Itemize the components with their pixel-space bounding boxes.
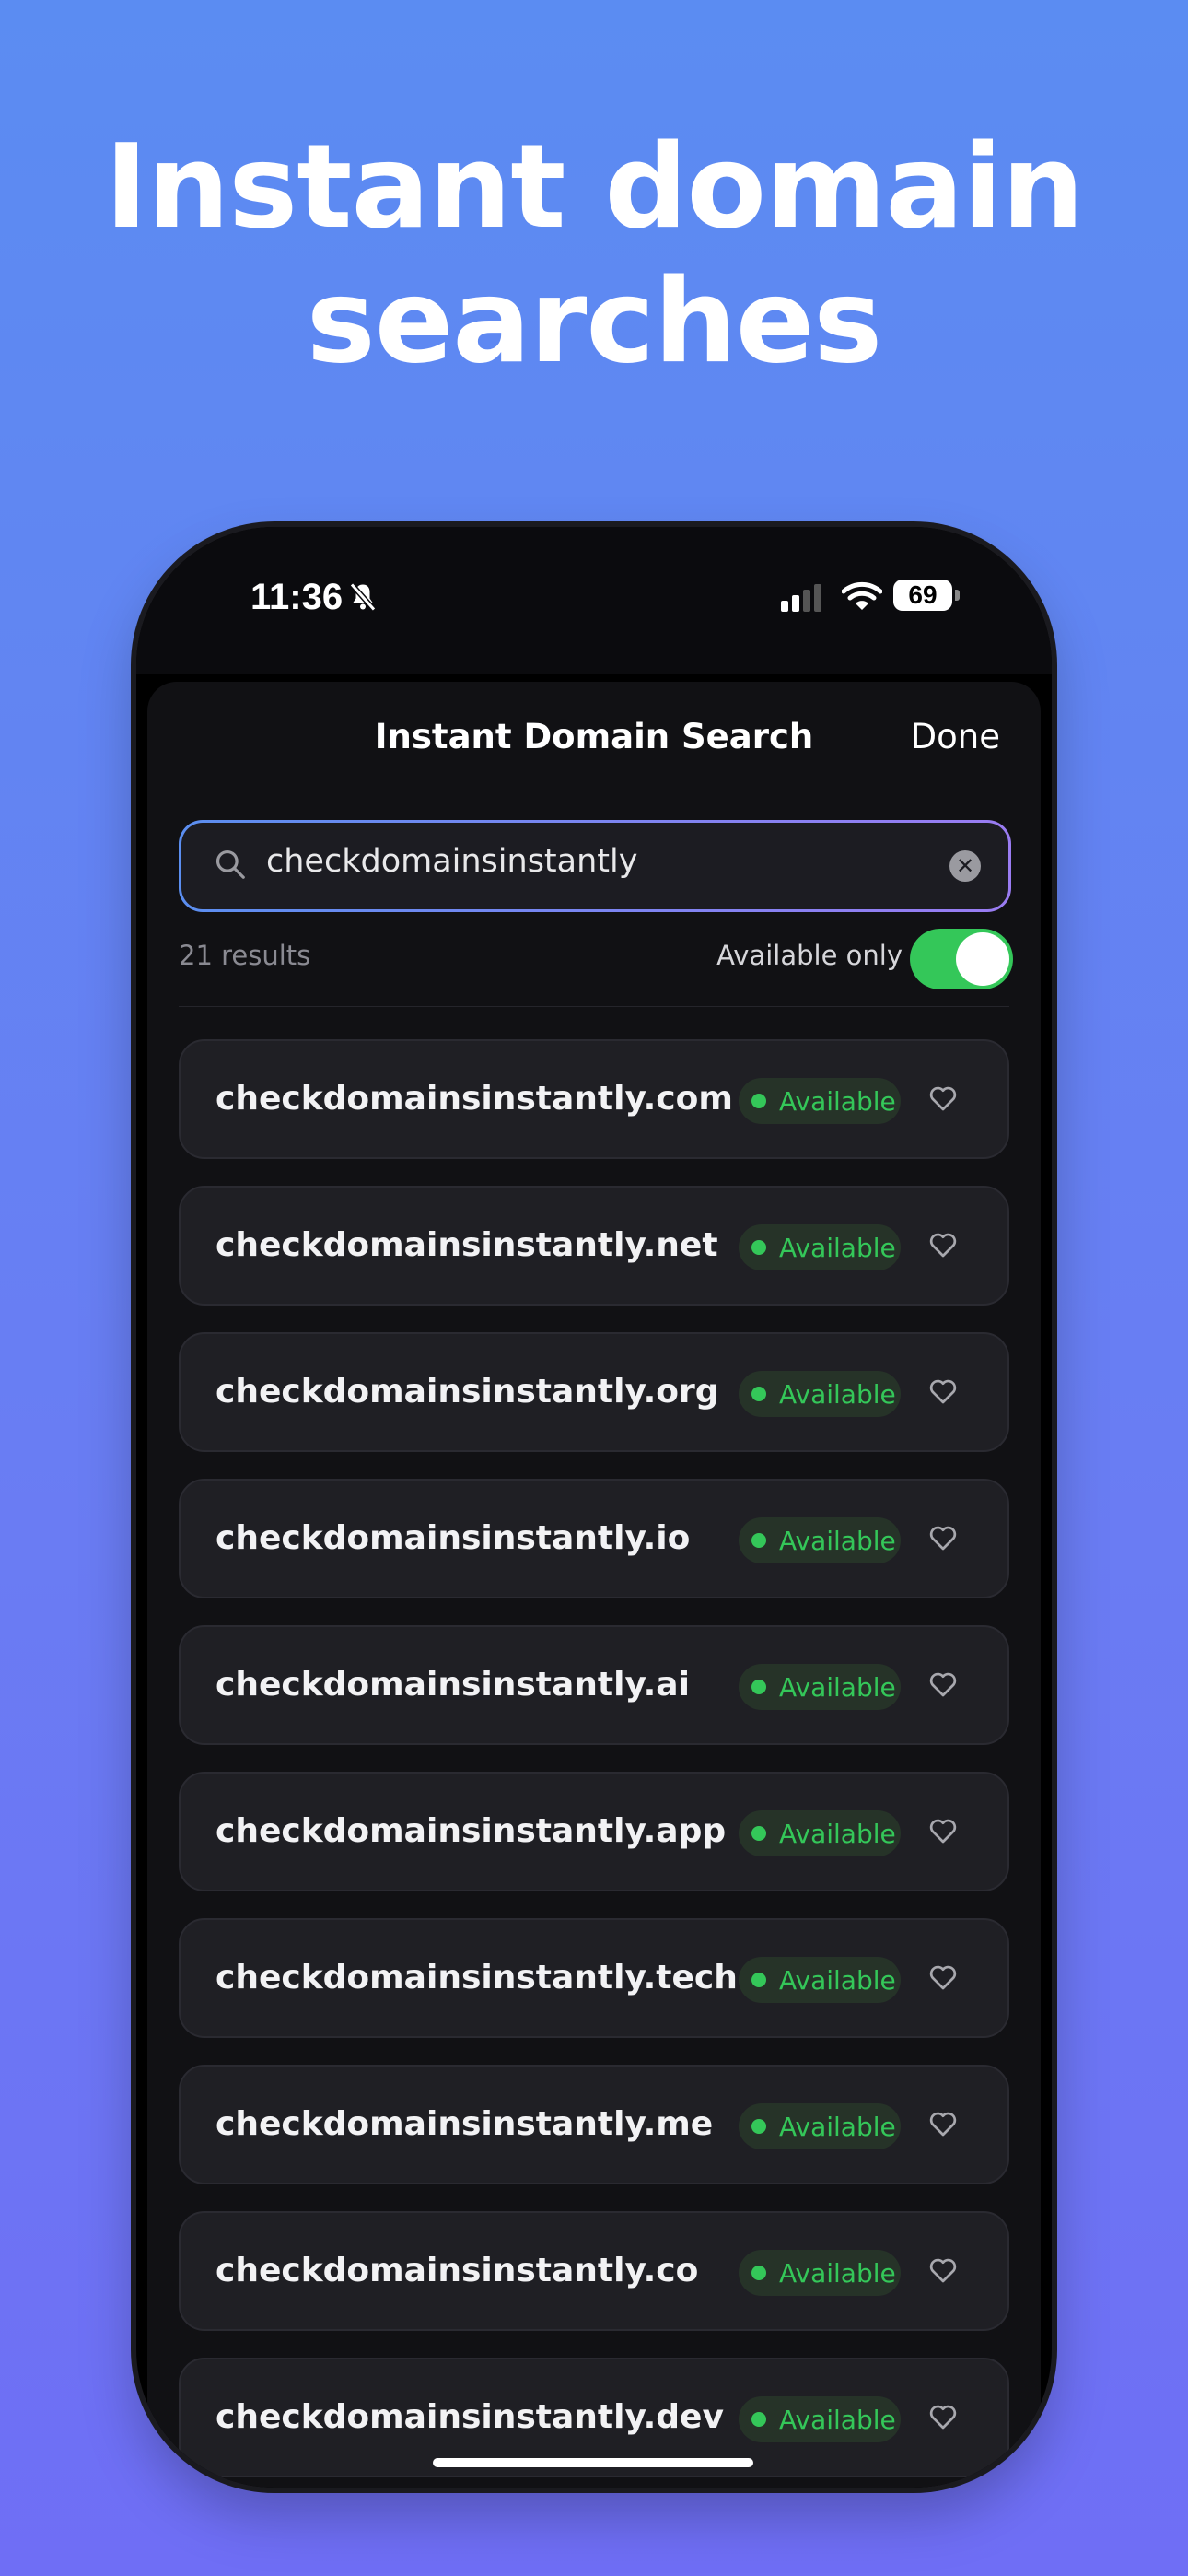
- nav-title: Instant Domain Search: [374, 717, 814, 756]
- status-text: Available: [779, 1086, 896, 1117]
- status-badge: Available: [739, 2103, 901, 2149]
- status-text: Available: [779, 1965, 896, 1996]
- heart-icon[interactable]: [926, 1375, 960, 1411]
- headline-line-1: Instant domain: [104, 119, 1085, 254]
- domain-name: checkdomainsinstantly.org: [215, 1373, 719, 1411]
- heart-icon[interactable]: [926, 1814, 960, 1851]
- status-badge: Available: [739, 2396, 901, 2442]
- result-row[interactable]: checkdomainsinstantly.app Available: [179, 1772, 1009, 1891]
- status-badge: Available: [739, 1078, 901, 1124]
- heart-icon[interactable]: [926, 1668, 960, 1704]
- available-only-label: Available only: [716, 940, 903, 971]
- search-input[interactable]: checkdomainsinstantly ✕: [179, 820, 1011, 912]
- heart-icon[interactable]: [926, 1961, 960, 1997]
- domain-name: checkdomainsinstantly.com: [215, 1080, 733, 1118]
- available-only-toggle[interactable]: [910, 929, 1013, 989]
- domain-name: checkdomainsinstantly.net: [215, 1226, 718, 1264]
- status-badge: Available: [739, 1957, 901, 2003]
- domain-name: checkdomainsinstantly.io: [215, 1519, 691, 1557]
- signal-icon: [781, 584, 827, 615]
- heart-icon[interactable]: [926, 1228, 960, 1265]
- domain-name: checkdomainsinstantly.co: [215, 2252, 699, 2289]
- domain-name: checkdomainsinstantly.me: [215, 2105, 714, 2143]
- status-badge: Available: [739, 1224, 901, 1270]
- result-row[interactable]: checkdomainsinstantly.org Available: [179, 1332, 1009, 1452]
- wifi-icon: [841, 580, 883, 615]
- marketing-headline: Instant domain searches: [0, 120, 1188, 389]
- heart-icon[interactable]: [926, 2254, 960, 2290]
- status-text: Available: [779, 2112, 896, 2142]
- status-text: Available: [779, 1672, 896, 1703]
- status-badge: Available: [739, 1664, 901, 1710]
- result-row[interactable]: checkdomainsinstantly.io Available: [179, 1479, 1009, 1598]
- status-badge: Available: [739, 1371, 901, 1417]
- status-text: Available: [779, 2405, 896, 2435]
- status-badge: Available: [739, 1517, 901, 1563]
- search-sheet: Instant Domain Search Done checkdomainsi…: [147, 682, 1041, 2488]
- status-text: Available: [779, 1379, 896, 1410]
- heart-icon[interactable]: [926, 1521, 960, 1558]
- status-badge: Available: [739, 2250, 901, 2296]
- battery-icon: 69: [893, 580, 952, 611]
- result-row[interactable]: checkdomainsinstantly.tech Available: [179, 1918, 1009, 2038]
- search-query: checkdomainsinstantly: [266, 843, 638, 880]
- heart-icon[interactable]: [926, 2107, 960, 2144]
- toggle-knob: [956, 932, 1009, 986]
- domain-name: checkdomainsinstantly.tech: [215, 1959, 738, 1996]
- divider: [179, 1006, 1009, 1007]
- search-icon: [213, 847, 248, 885]
- result-row[interactable]: checkdomainsinstantly.me Available: [179, 2065, 1009, 2184]
- domain-name: checkdomainsinstantly.dev: [215, 2398, 724, 2436]
- result-count: 21 results: [179, 940, 311, 971]
- status-badge: Available: [739, 1810, 901, 1856]
- status-time: 11:36: [250, 577, 344, 617]
- done-button[interactable]: Done: [911, 717, 1000, 756]
- status-text: Available: [779, 1819, 896, 1849]
- status-bar: 11:36 69: [136, 527, 1052, 674]
- result-row[interactable]: checkdomainsinstantly.net Available: [179, 1186, 1009, 1306]
- result-row[interactable]: checkdomainsinstantly.ai Available: [179, 1625, 1009, 1745]
- clear-icon[interactable]: ✕: [949, 850, 981, 882]
- domain-name: checkdomainsinstantly.ai: [215, 1666, 690, 1704]
- status-text: Available: [779, 1526, 896, 1556]
- results-list: checkdomainsinstantly.com Available chec…: [179, 1039, 1009, 2488]
- status-text: Available: [779, 2258, 896, 2289]
- phone-frame: 11:36 69 Instant Domain Search Done chec…: [136, 527, 1052, 2488]
- home-indicator[interactable]: [433, 2458, 753, 2467]
- battery-tip: [955, 590, 960, 601]
- heart-icon[interactable]: [926, 2400, 960, 2437]
- result-row[interactable]: checkdomainsinstantly.co Available: [179, 2211, 1009, 2331]
- headline-line-2: searches: [306, 253, 882, 389]
- result-row[interactable]: checkdomainsinstantly.com Available: [179, 1039, 1009, 1159]
- heart-icon[interactable]: [926, 1082, 960, 1118]
- bell-slash-icon: [346, 580, 379, 617]
- status-text: Available: [779, 1233, 896, 1263]
- domain-name: checkdomainsinstantly.app: [215, 1812, 727, 1850]
